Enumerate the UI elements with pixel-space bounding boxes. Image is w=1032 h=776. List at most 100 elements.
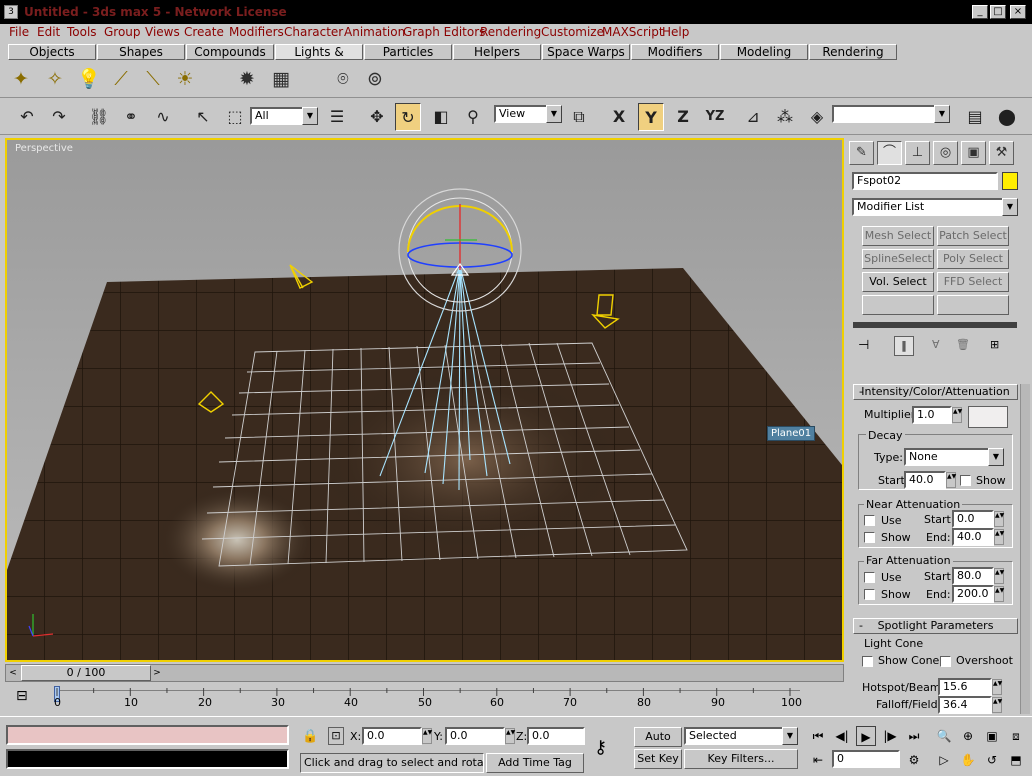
far-end-field[interactable]: 200.0 [952,585,994,603]
add-time-tag-button[interactable]: Add Time Tag [486,753,584,773]
show-end-result-icon[interactable]: ‖ [894,336,914,356]
menu-views[interactable]: Views [145,25,180,39]
manipulate-icon[interactable]: ⚲ [460,103,486,131]
mesh-select-button[interactable]: Mesh Select [862,226,934,246]
tab-rendering[interactable]: Rendering [809,44,897,60]
lock-selection-icon[interactable]: 🔒 [302,729,318,744]
prev-frame-icon[interactable]: ◀| [832,726,852,746]
zoom-icon[interactable]: 🔍 [934,726,954,746]
goto-end-icon[interactable]: ⏭ [904,726,924,746]
auto-key-button[interactable]: Auto Key [634,727,682,761]
redo-icon[interactable]: ↷ [46,103,72,131]
axis-y-button[interactable]: Y [638,103,664,131]
time-next-icon[interactable]: > [151,666,163,680]
absolute-mode-icon[interactable]: ⊡ [328,727,344,745]
menu-tools[interactable]: Tools [67,25,97,39]
omni-light-icon[interactable]: 💡 [76,66,102,92]
x-coord-field[interactable]: 0.0 [362,727,422,745]
vol-select-button[interactable]: Vol. Select [862,272,934,292]
named-selection-dropdown[interactable]: ▼ [832,105,950,123]
empty-modifier-button[interactable] [937,295,1009,315]
menu-graph-editors[interactable]: Graph Editors [403,25,485,39]
ffd-select-button[interactable]: FFD Select [937,272,1009,292]
selection-filter-dropdown[interactable]: All ▼ [250,107,318,125]
z-coord-field[interactable]: 0.0 [527,727,585,745]
far-start-field[interactable]: 80.0 [952,567,994,585]
free-camera-icon[interactable]: ⊚ [362,66,388,92]
spotlight-rollout-header[interactable]: - Spotlight Parameters [853,618,1018,634]
target-direct-icon[interactable]: ⟋ [108,66,134,92]
menu-modifiers[interactable]: Modifiers [229,25,284,39]
light-lister-icon[interactable]: ✹ [234,66,260,92]
pan-icon[interactable]: ✋ [958,750,978,770]
menu-group[interactable]: Group [104,25,141,39]
time-config-icon[interactable]: ⚙ [904,750,924,770]
decay-show-checkbox[interactable] [960,475,971,486]
decay-start-spinner[interactable]: ▲▼ [946,472,956,488]
axis-z-button[interactable]: Z [670,103,696,131]
display-tab-icon[interactable]: ▣ [961,141,986,165]
ref-coord-dropdown[interactable]: View ▼ [494,105,562,123]
decay-type-dropdown[interactable]: None ▼ [904,448,1004,466]
falloff-spinner[interactable]: ▲▼ [992,697,1002,713]
show-cone-checkbox[interactable] [862,656,873,667]
near-show-checkbox[interactable] [864,532,875,543]
close-icon[interactable]: × [1010,5,1026,19]
light-include-icon[interactable]: ▦ [268,66,294,92]
far-end-spinner[interactable]: ▲▼ [994,586,1004,602]
intensity-rollout-header[interactable]: - Intensity/Color/Attenuation [853,384,1018,400]
tab-shapes[interactable]: Shapes [97,44,185,60]
menu-create[interactable]: Create [184,25,224,39]
zoom-extents-icon[interactable]: ▣ [982,726,1002,746]
rotate-icon[interactable]: ↻ [395,103,421,131]
select-by-name-icon[interactable]: ☰ [324,103,350,131]
time-slider-thumb[interactable]: 0 / 100 [21,665,151,681]
light-color-swatch[interactable] [968,406,1008,428]
panel-scrollbar[interactable] [1020,384,1030,714]
key-mode-dropdown[interactable]: Selected ▼ [684,727,798,745]
far-start-spinner[interactable]: ▲▼ [994,568,1004,584]
arc-rotate-icon[interactable]: ↺ [982,750,1002,770]
play-icon[interactable]: ▶ [856,726,876,746]
far-use-checkbox[interactable] [864,572,875,583]
tab-space-warps[interactable]: Space Warps [542,44,630,60]
goto-start-icon[interactable]: ⏮ [808,726,828,746]
poly-select-button[interactable]: Poly Select [937,249,1009,269]
multiplier-spinner[interactable]: ▲▼ [952,407,962,423]
menu-character[interactable]: Character [284,25,343,39]
patch-select-button[interactable]: Patch Select [937,226,1009,246]
decay-start-field[interactable]: 40.0 [904,471,946,489]
track-bar[interactable]: ⊟ 0 10 20 30 40 50 60 70 80 90 100 [0,684,848,714]
menu-edit[interactable]: Edit [37,25,60,39]
app-icon[interactable]: 3 [4,5,18,19]
set-keys-icon[interactable]: ⚷ [594,737,607,758]
select-link-icon[interactable]: ⛓ [86,103,112,131]
undo-icon[interactable]: ↶ [14,103,40,131]
key-mode-icon[interactable]: ⇤ [808,750,828,770]
bind-spacewarp-icon[interactable]: ∿ [150,103,176,131]
tab-compounds[interactable]: Compounds [186,44,274,60]
material-editor-icon[interactable]: ⬤ [994,103,1020,131]
mirror-icon[interactable]: ⊿ [740,103,766,131]
target-spot-icon[interactable]: ✦ [8,66,34,92]
minimize-icon[interactable]: _ [972,5,988,19]
menu-maxscript[interactable]: MAXScript [602,25,664,39]
tab-lights-cameras[interactable]: Lights & Cameras [275,44,363,73]
menu-customize[interactable]: Customize [541,25,604,39]
remove-modifier-icon[interactable]: 🗑 [956,338,970,351]
array-icon[interactable]: ⁂ [772,103,798,131]
skylight-icon[interactable]: ☀ [172,66,198,92]
pin-stack-icon[interactable]: ⊣ [858,338,869,353]
menu-file[interactable]: File [9,25,29,39]
current-frame-field[interactable]: 0 [832,750,900,768]
zoom-all-icon[interactable]: ⊕ [958,726,978,746]
near-start-field[interactable]: 0.0 [952,510,994,528]
time-prev-icon[interactable]: < [7,666,19,680]
object-name-field[interactable]: Fspot02 [852,172,998,190]
menu-animation[interactable]: Animation [344,25,405,39]
menu-help[interactable]: Help [662,25,689,39]
target-camera-icon[interactable]: ⌾ [330,66,356,92]
multiplier-field[interactable]: 1.0 [912,406,952,424]
hotspot-field[interactable]: 15.6 [938,678,992,696]
object-color-swatch[interactable] [1002,172,1018,190]
